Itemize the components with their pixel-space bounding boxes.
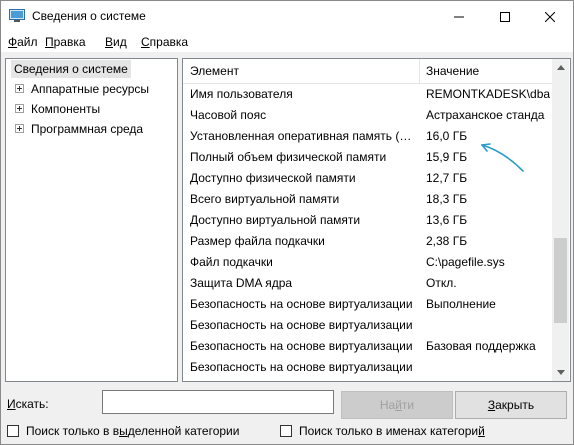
table-row[interactable]: Безопасность на основе виртуализации — [183, 315, 552, 336]
scrollbar-thumb[interactable] — [554, 238, 567, 323]
menu-edit[interactable]: Правка — [45, 35, 86, 49]
search-category-names-checkbox[interactable]: Поиск только в именах категорий — [280, 423, 485, 439]
cell-element: Имя пользователя — [190, 87, 293, 101]
minimize-button[interactable] — [436, 1, 482, 32]
cell-element: Доступно виртуальной памяти — [190, 213, 361, 227]
menu-file[interactable]: Файл — [8, 35, 38, 49]
scroll-down-icon[interactable] — [552, 364, 569, 381]
table-row[interactable]: Имя пользователя REMONTKADESK\dba — [183, 84, 552, 105]
tree-item-system-summary[interactable]: Сведения о системе — [11, 60, 131, 78]
cell-element: Безопасность на основе виртуализации — [190, 339, 413, 353]
tree-item-components[interactable]: Компоненты — [6, 100, 175, 118]
cell-element: Защита DMA ядра — [190, 276, 293, 290]
menu-bar: Файл Правка Вид Справка — [1, 32, 573, 52]
cell-element: Доступно физической памяти — [190, 171, 356, 185]
table-row[interactable]: Всего виртуальной памяти 18,3 ГБ — [183, 189, 552, 210]
menu-help[interactable]: Справка — [141, 35, 188, 49]
table-row[interactable]: Защита DMA ядра Откл. — [183, 273, 552, 294]
cell-value: Астраханское станда — [426, 108, 545, 122]
cell-element: Безопасность на основе виртуализации — [190, 318, 413, 332]
annotation-arrow-icon — [481, 143, 524, 172]
cell-element: Полный объем физической памяти — [190, 150, 387, 164]
cell-value: Базовая поддержка — [426, 339, 536, 353]
table-row[interactable]: Безопасность на основе виртуализации — [183, 357, 552, 378]
cell-element: Файл подкачки — [190, 255, 273, 269]
cell-value: 18,3 ГБ — [426, 192, 468, 206]
cell-value: 13,6 ГБ — [426, 213, 468, 227]
close-button[interactable]: Закрыть — [455, 391, 567, 419]
table-row[interactable]: Файл подкачки C:\pagefile.sys — [183, 252, 552, 273]
cell-value: Выполнение — [426, 297, 496, 311]
table-row[interactable]: Безопасность на основе виртуализации Выпо… — [183, 294, 552, 315]
cell-element: Безопасность на основе виртуализации — [190, 360, 413, 374]
cell-element: Безопасность на основе виртуализации — [190, 297, 413, 311]
close-window-button[interactable] — [527, 1, 573, 32]
cell-element: Часовой пояс — [190, 108, 267, 122]
system-info-icon — [9, 9, 25, 23]
cell-element: Установленная оперативная память (RAM) — [190, 129, 416, 143]
column-divider[interactable] — [419, 59, 420, 83]
table-row[interactable]: Безопасность на основе виртуализации Базо… — [183, 336, 552, 357]
table-row[interactable]: Часовой пояс Астраханское станда — [183, 105, 552, 126]
cell-value: REMONTKADESK\dba — [426, 87, 551, 101]
details-list[interactable]: Элемент Значение Имя пользователя REMONTK… — [182, 58, 571, 382]
expand-plus-icon[interactable] — [15, 84, 24, 93]
table-row[interactable]: Размер файла подкачки 2,38 ГБ — [183, 231, 552, 252]
search-label: Искать: — [7, 397, 49, 411]
category-tree[interactable]: Сведения о системе Аппаратные ресурсы Ко… — [5, 58, 178, 382]
list-rows: Имя пользователя REMONTKADESK\dba Часовой … — [183, 84, 552, 381]
maximize-button[interactable] — [482, 1, 528, 32]
title-bar[interactable]: Сведения о системе — [1, 1, 573, 32]
window-title: Сведения о системе — [32, 9, 146, 23]
expand-plus-icon[interactable] — [15, 104, 24, 113]
tree-item-hardware-resources[interactable]: Аппаратные ресурсы — [6, 80, 175, 98]
find-button[interactable]: На й ти — [341, 391, 453, 419]
search-input[interactable] — [102, 390, 334, 414]
tree-item-software-environment[interactable]: Программная среда — [6, 120, 175, 138]
cell-value: 2,38 ГБ — [426, 234, 468, 248]
scroll-up-icon[interactable] — [552, 59, 569, 76]
cell-value: Откл. — [426, 276, 457, 290]
cell-value: C:\pagefile.sys — [426, 255, 505, 269]
list-header: Элемент Значение — [183, 59, 552, 84]
search-selected-category-checkbox[interactable]: Поиск только в выделенной категории — [7, 423, 239, 439]
checkbox-box[interactable] — [280, 425, 292, 437]
column-header-element[interactable]: Элемент — [190, 64, 239, 78]
column-header-value[interactable]: Значение — [426, 64, 479, 78]
table-row[interactable]: Доступно виртуальной памяти 13,6 ГБ — [183, 210, 552, 231]
cell-element: Размер файла подкачки — [190, 234, 325, 248]
menu-view[interactable]: Вид — [105, 35, 127, 49]
vertical-scrollbar[interactable] — [552, 59, 569, 381]
system-info-window: Сведения о системе Файл Правка Вид Справ… — [0, 0, 574, 445]
expand-plus-icon[interactable] — [15, 124, 24, 133]
checkbox-box[interactable] — [7, 425, 19, 437]
cell-element: Всего виртуальной памяти — [190, 192, 340, 206]
